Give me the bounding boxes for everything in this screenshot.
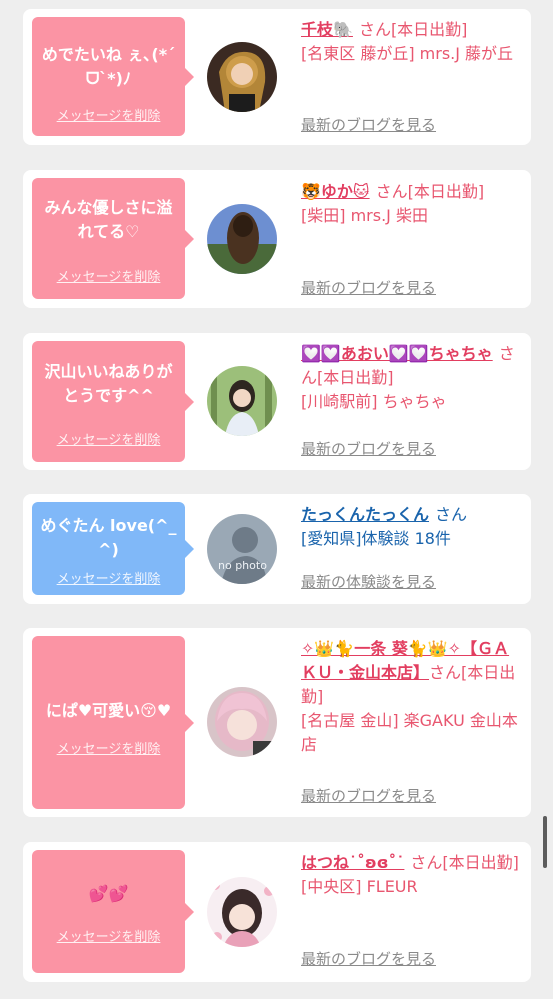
user-info: 🐯ゆか🐱 さん[本日出勤] [柴田] mrs.J 柴田	[301, 180, 523, 228]
user-info: たっくんたっくん さん [愛知県]体験談 18件	[301, 503, 523, 551]
user-info: 💟💟あおい💟💟ちゃちゃ さん[本日出勤] [川崎駅前] ちゃちゃ	[301, 342, 523, 414]
user-area: [川崎駅前] ちゃちゃ	[301, 392, 447, 411]
message-card: みんな優しさに溢れてる♡ メッセージを削除 🐯ゆか🐱 さん[本日出勤] [柴田] …	[23, 170, 531, 308]
delete-message-link[interactable]: メッセージを削除	[32, 572, 185, 588]
view-blog-link[interactable]: 最新のブログを見る	[301, 115, 436, 135]
message-card: にぱ♥可愛い😚♥ メッセージを削除 ✧👑🐈一条 葵🐈👑✧【ＧＡＫＵ・金山本店】さ…	[23, 628, 531, 817]
user-area: [愛知県]体験談 18件	[301, 529, 451, 548]
user-name-link[interactable]: 🐯ゆか🐱	[301, 182, 370, 201]
delete-message-link[interactable]: メッセージを削除	[32, 270, 185, 286]
user-name-link[interactable]: 千枝🐘	[301, 20, 353, 39]
message-bubble: 沢山いいねありがとうです^^ メッセージを削除	[32, 341, 194, 462]
user-status: さん[本日出勤]	[375, 182, 485, 201]
user-status: さん[本日出勤]	[410, 853, 519, 872]
user-name-link[interactable]: 💟💟あおい💟💟ちゃちゃ	[301, 344, 493, 363]
user-area: [柴田] mrs.J 柴田	[301, 206, 428, 225]
message-text: めでたいね ぇ､(*ˊᗜˋ*)ﾉ	[41, 45, 176, 88]
user-avatar[interactable]	[207, 366, 277, 436]
scrollbar-thumb[interactable]	[543, 816, 547, 868]
user-avatar[interactable]	[207, 204, 277, 274]
message-text: みんな優しさに溢れてる♡	[44, 198, 173, 241]
view-review-link[interactable]: 最新の体験談を見る	[301, 572, 436, 592]
delete-message-link[interactable]: メッセージを削除	[32, 930, 185, 946]
user-status: さん[本日出勤]	[358, 20, 468, 39]
user-area: [中央区] FLEUR	[301, 877, 418, 896]
delete-message-link[interactable]: メッセージを削除	[32, 742, 185, 758]
message-bubble: めぐたん love(^_^) メッセージを削除	[32, 502, 194, 595]
user-info: ✧👑🐈一条 葵🐈👑✧【ＧＡＫＵ・金山本店】さん[本日出勤] [名古屋 金山] 楽…	[301, 637, 523, 757]
delete-message-link[interactable]: メッセージを削除	[32, 109, 185, 125]
view-blog-link[interactable]: 最新のブログを見る	[301, 278, 436, 298]
user-info: 千枝🐘 さん[本日出勤] [名東区 藤が丘] mrs.J 藤が丘	[301, 18, 523, 66]
message-card: 沢山いいねありがとうです^^ メッセージを削除 💟💟あおい💟💟ちゃちゃ さん[本日…	[23, 333, 531, 470]
user-area: [名東区 藤が丘] mrs.J 藤が丘	[301, 44, 514, 63]
view-blog-link[interactable]: 最新のブログを見る	[301, 949, 436, 969]
user-name-link[interactable]: はつね˙˚ʚɞ˚˙	[301, 853, 404, 872]
message-bubble: みんな優しさに溢れてる♡ メッセージを削除	[32, 178, 194, 299]
user-info: はつね˙˚ʚɞ˚˙ さん[本日出勤] [中央区] FLEUR	[301, 851, 523, 899]
message-bubble: にぱ♥可愛い😚♥ メッセージを削除	[32, 636, 194, 809]
delete-message-link[interactable]: メッセージを削除	[32, 433, 185, 449]
message-text: めぐたん love(^_^)	[40, 516, 177, 559]
user-name-link[interactable]: たっくんたっくん	[301, 505, 429, 524]
user-avatar[interactable]	[207, 877, 277, 947]
message-bubble: めでたいね ぇ､(*ˊᗜˋ*)ﾉ メッセージを削除	[32, 17, 194, 136]
message-card: めでたいね ぇ､(*ˊᗜˋ*)ﾉ メッセージを削除 千枝🐘 さん[本日出勤] [名…	[23, 9, 531, 145]
view-blog-link[interactable]: 最新のブログを見る	[301, 439, 436, 459]
view-blog-link[interactable]: 最新のブログを見る	[301, 786, 436, 806]
message-text: 💕💕	[88, 884, 129, 903]
message-card: めぐたん love(^_^) メッセージを削除 no photo たっくんたっく…	[23, 494, 531, 604]
no-photo-label: no photo	[218, 559, 267, 572]
message-card: 💕💕 メッセージを削除 はつね˙˚ʚɞ˚˙ さん[本日出勤] [中央区] FLEU…	[23, 842, 531, 982]
message-text: 沢山いいねありがとうです^^	[44, 362, 173, 405]
user-status: さん	[435, 505, 468, 524]
user-area: [名古屋 金山] 楽GAKU 金山本店	[301, 711, 518, 754]
user-avatar[interactable]	[207, 42, 277, 112]
user-avatar[interactable]	[207, 687, 277, 757]
no-photo-avatar[interactable]: no photo	[207, 514, 277, 584]
message-feed: めでたいね ぇ､(*ˊᗜˋ*)ﾉ メッセージを削除 千枝🐘 さん[本日出勤] [名…	[0, 0, 553, 999]
message-bubble: 💕💕 メッセージを削除	[32, 850, 194, 973]
message-text: にぱ♥可愛い😚♥	[45, 701, 172, 720]
